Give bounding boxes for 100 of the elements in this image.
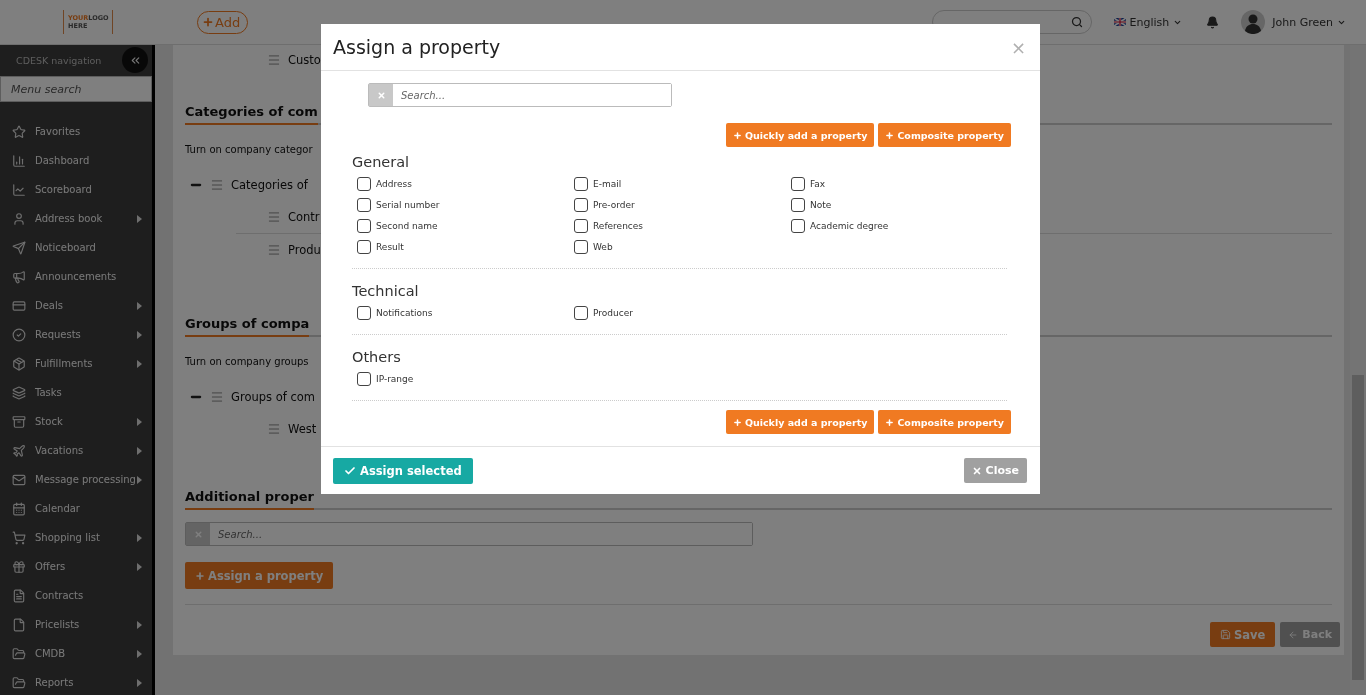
drag-handle-icon[interactable] [210, 390, 224, 404]
tree-item-label: Categories of [231, 178, 308, 192]
sidebar-item[interactable]: Contracts [0, 581, 152, 610]
assign-property-button[interactable]: Assign a property [185, 562, 334, 589]
tree-item-label: Custo [288, 53, 321, 67]
property-label: References [593, 221, 643, 231]
sidebar-item[interactable]: Stock [0, 407, 152, 436]
avatar-icon[interactable] [1241, 10, 1266, 34]
bell-icon[interactable] [1206, 15, 1220, 29]
sidebar-item[interactable]: Offers [0, 552, 152, 581]
sidebar-item[interactable]: Dashboard [0, 146, 152, 175]
caret-icon [137, 678, 142, 687]
document-icon [12, 617, 26, 632]
user-menu[interactable]: John Green [1265, 15, 1346, 29]
checkbox[interactable] [791, 198, 805, 212]
sidebar-item[interactable]: Vacations [0, 436, 152, 465]
group-title: Technical [352, 283, 420, 299]
property-label: Address [376, 179, 412, 189]
search-field[interactable]: Search... [368, 83, 672, 107]
search-icon[interactable] [1070, 16, 1083, 28]
sidebar-item[interactable]: Message processing [0, 465, 152, 494]
line-chart-icon [12, 182, 26, 197]
drag-handle-icon[interactable] [267, 421, 281, 436]
checkbox[interactable] [574, 219, 588, 233]
property-label: Fax [810, 179, 826, 189]
assign-selected-button[interactable]: Assign selected [333, 458, 473, 484]
section-description: Turn on company categor [185, 144, 313, 155]
sidebar-item[interactable]: Address book [0, 204, 152, 233]
sidebar-item[interactable]: Requests [0, 320, 152, 349]
caret-icon [137, 649, 142, 658]
quick-add-button[interactable]: Quickly add a property [725, 410, 875, 434]
caret-icon [137, 533, 142, 542]
x-icon [971, 465, 982, 476]
property-label: IP-range [376, 374, 414, 384]
drag-handle-icon[interactable] [267, 243, 281, 257]
sidebar-item[interactable]: Noticeboard [0, 233, 152, 262]
sidebar-item[interactable]: Pricelists [0, 610, 152, 639]
arrow-left-icon [1288, 629, 1299, 640]
calendar-icon [12, 501, 26, 516]
checkbox[interactable] [574, 177, 588, 191]
checkbox[interactable] [357, 198, 371, 212]
search-field[interactable]: Search... [185, 522, 753, 546]
add-button[interactable]: Add [197, 10, 249, 34]
language-dropdown[interactable]: English [1113, 15, 1183, 29]
sidebar-item[interactable]: Deals [0, 291, 152, 320]
caret-icon [137, 359, 142, 368]
property-label: Notifications [376, 308, 433, 318]
checkbox[interactable] [357, 177, 371, 191]
checkbox[interactable] [357, 306, 371, 320]
sidebar-item[interactable]: CMDB [0, 639, 152, 668]
checkbox[interactable] [574, 198, 588, 212]
property-label: Result [376, 242, 404, 252]
section-heading: Categories of com [185, 104, 318, 125]
checkbox[interactable] [357, 372, 371, 386]
sidebar-item[interactable]: Shopping list [0, 523, 152, 552]
composite-property-button[interactable]: Composite property [878, 123, 1011, 147]
checkbox[interactable] [574, 306, 588, 320]
checkbox[interactable] [791, 219, 805, 233]
save-button[interactable]: Save [1210, 622, 1276, 647]
tree-item-label: Contr [288, 209, 320, 224]
box-icon [12, 356, 26, 371]
checkbox[interactable] [357, 219, 371, 233]
property-label: Producer [593, 308, 633, 318]
folder-icon [12, 646, 26, 661]
section-description: Turn on company groups [185, 356, 309, 367]
caret-icon [137, 562, 142, 571]
checkbox[interactable] [791, 177, 805, 191]
sidebar-item[interactable]: Favorites [0, 117, 152, 146]
checkbox[interactable] [574, 240, 588, 254]
group-title: General [352, 154, 411, 170]
check-circle-icon [12, 327, 26, 342]
sidebar-item[interactable]: Scoreboard [0, 175, 152, 204]
tree-item-label: West [288, 421, 317, 436]
property-label: Note [810, 200, 832, 210]
checkbox[interactable] [357, 240, 371, 254]
caret-icon [137, 475, 142, 484]
property-label: Serial number [376, 200, 440, 210]
sidebar-item[interactable]: Fulfillments [0, 349, 152, 378]
section-heading: Groups of compa [185, 316, 310, 337]
plus-icon [885, 417, 895, 427]
sidebar-item[interactable]: Announcements [0, 262, 152, 291]
quick-add-button[interactable]: Quickly add a property [725, 123, 875, 147]
tree-item-label: Produ [288, 243, 321, 257]
collapse-button[interactable] [122, 47, 148, 73]
sidebar-item[interactable]: Calendar [0, 494, 152, 523]
sidebar-item[interactable]: Tasks [0, 378, 152, 407]
menu-search-field[interactable]: Menu search [0, 76, 152, 102]
star-icon [12, 124, 26, 139]
composite-property-button[interactable]: Composite property [878, 410, 1011, 434]
archive-icon [12, 414, 26, 429]
caret-icon [137, 214, 142, 223]
drag-handle-icon[interactable] [267, 209, 281, 224]
drag-handle-icon[interactable] [210, 178, 224, 192]
sidebar-item[interactable]: Reports [0, 668, 152, 695]
modal-title: Assign a property [333, 36, 501, 58]
person-icon [12, 211, 26, 226]
document-icon [12, 588, 26, 603]
drag-handle-icon[interactable] [267, 53, 281, 67]
plus-icon [732, 417, 742, 427]
card-icon [12, 298, 26, 313]
